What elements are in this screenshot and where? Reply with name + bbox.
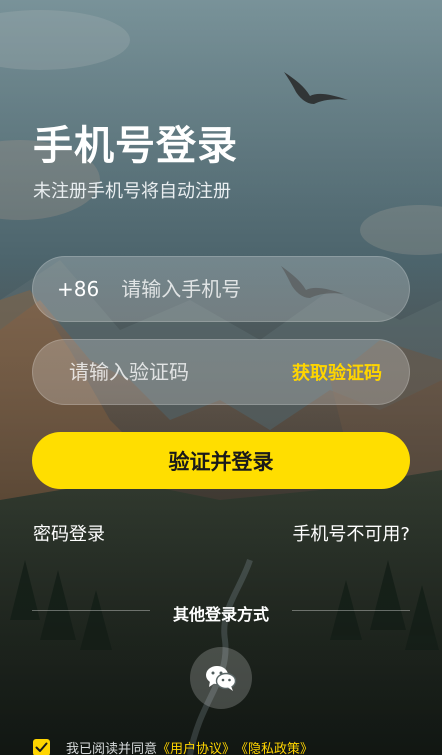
user-agreement-link[interactable]: 《用户协议》	[157, 738, 235, 755]
get-code-button[interactable]: 获取验证码	[292, 359, 382, 385]
verify-and-login-button[interactable]: 验证并登录	[32, 432, 410, 489]
phone-unavailable-link[interactable]: 手机号不可用?	[292, 520, 410, 546]
agreement-row: 我已阅读并同意 《用户协议》 《隐私政策》	[33, 737, 313, 755]
verification-code-field[interactable]: 获取验证码	[32, 339, 410, 405]
country-code-selector[interactable]: +86	[57, 277, 99, 301]
phone-field[interactable]: +86	[32, 256, 410, 322]
checkmark-icon	[35, 742, 48, 752]
verification-code-input[interactable]	[67, 359, 292, 385]
wechat-login-button[interactable]	[190, 647, 252, 709]
login-screen: 手机号登录 未注册手机号将自动注册 +86 获取验证码 验证并登录 密码登录 手…	[0, 0, 442, 755]
privacy-policy-link[interactable]: 《隐私政策》	[235, 738, 313, 755]
phone-input[interactable]	[119, 276, 409, 302]
agreement-checkbox[interactable]	[33, 738, 50, 755]
password-login-link[interactable]: 密码登录	[33, 520, 105, 546]
divider-line-right	[292, 610, 410, 611]
page-subtitle: 未注册手机号将自动注册	[33, 181, 231, 202]
agreement-text: 我已阅读并同意	[66, 741, 158, 755]
page-title: 手机号登录	[33, 123, 238, 169]
wechat-icon	[206, 666, 237, 691]
other-login-label: 其他登录方式	[172, 605, 269, 624]
